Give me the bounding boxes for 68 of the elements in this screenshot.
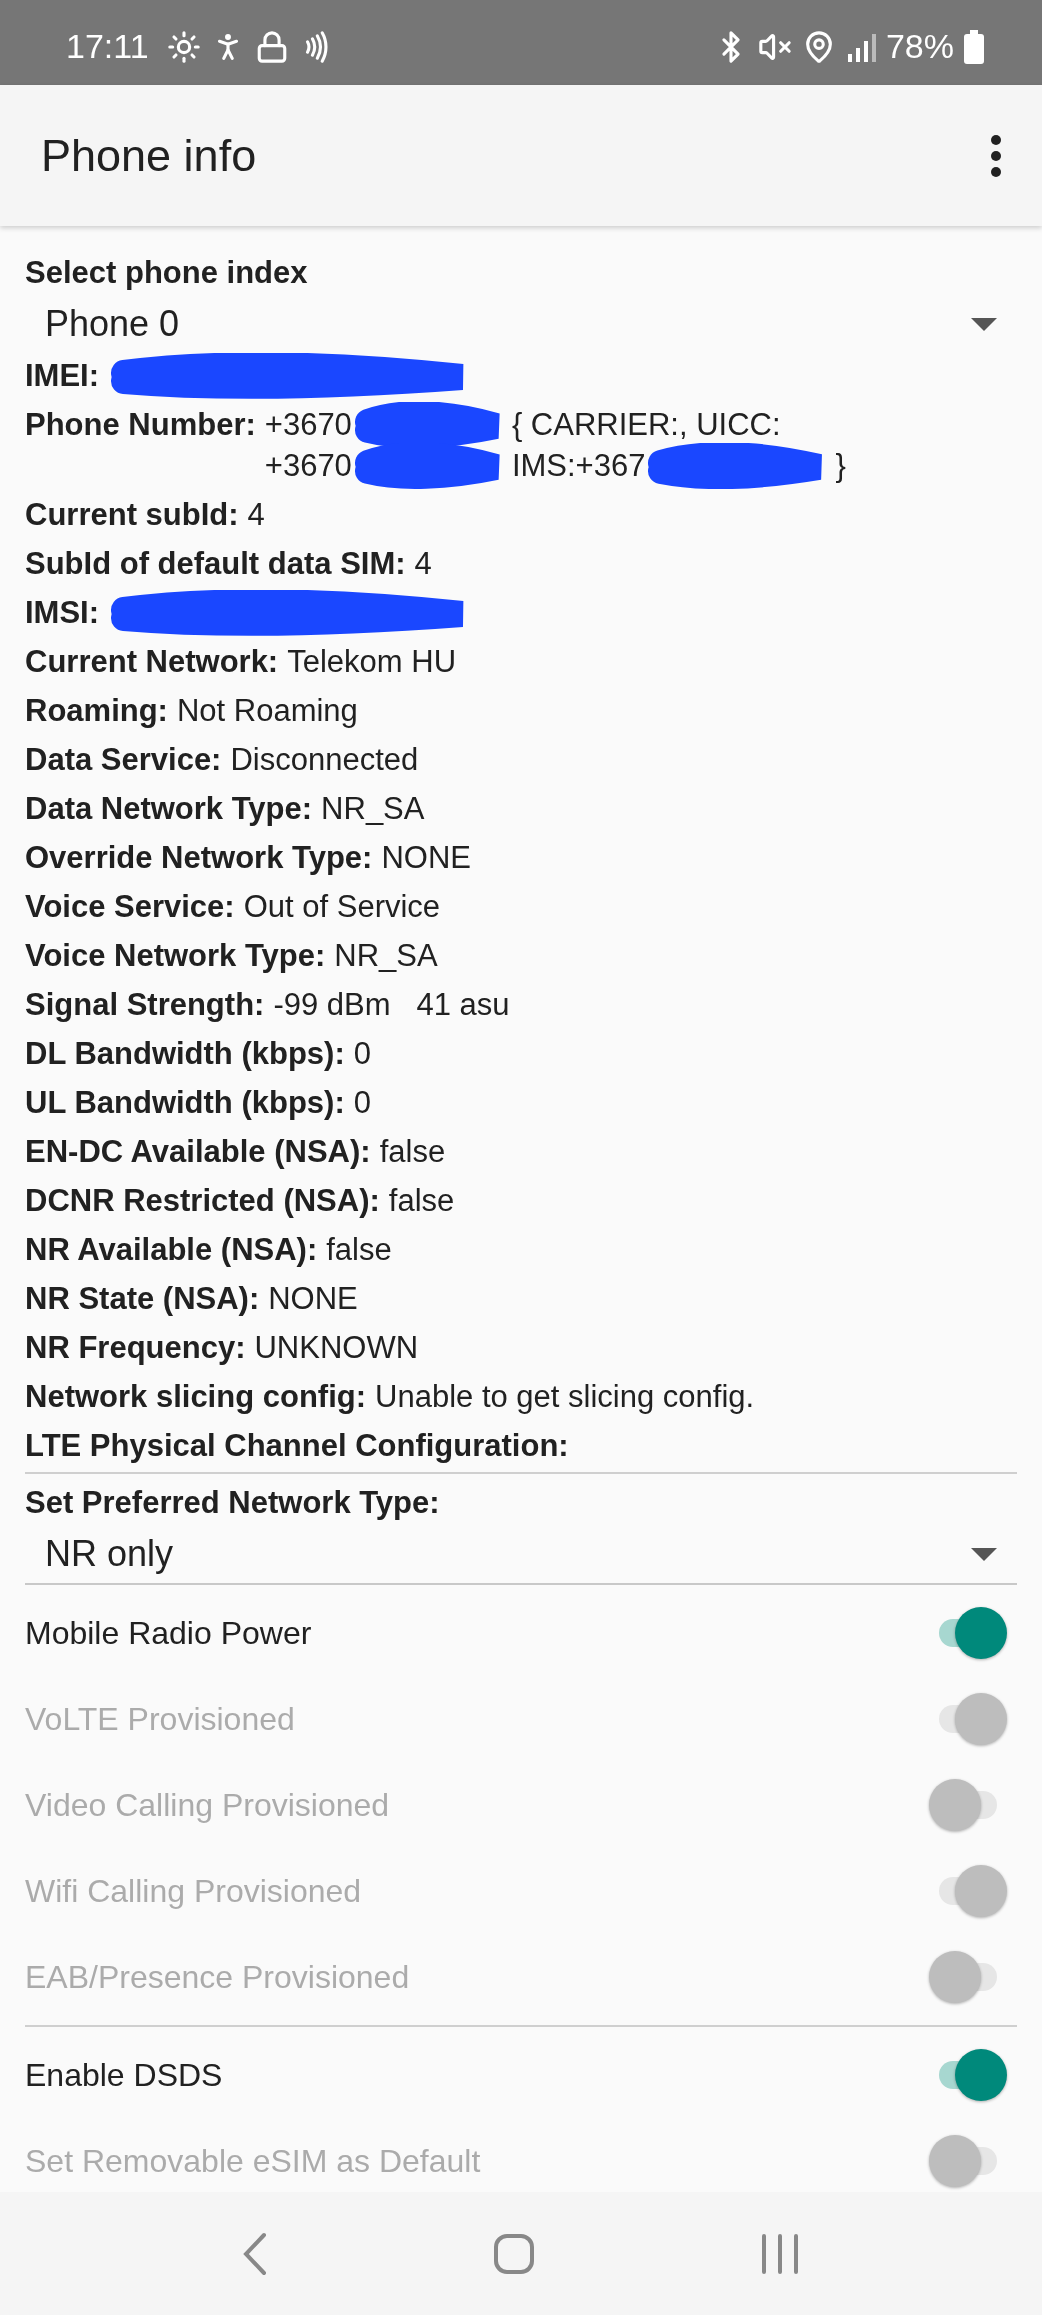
field-value: Unable to get slicing config. [375,1378,755,1416]
setting-label: Enable DSDS [25,2056,223,2094]
field-label: Network slicing config: [25,1378,367,1416]
battery-icon [964,29,984,64]
field-label: NR Available (NSA): [25,1231,318,1269]
field-label: Voice Service: [25,888,235,926]
more-options-icon[interactable] [990,133,1002,178]
field-label: Voice Network Type: [25,937,326,975]
field-label: Override Network Type: [25,839,373,877]
field-label: Data Network Type: [25,790,313,828]
field-label: Data Service: [25,741,222,779]
field-value: 4 [247,496,265,534]
field-value: 0 [353,1035,371,1073]
field-value: UNKNOWN [254,1329,419,1367]
field-value: NR_SA [334,937,438,975]
field-label: Phone Number: [25,406,256,444]
field-value: } [835,447,846,485]
recent-apps-icon[interactable] [759,2233,800,2274]
phone-index-dropdown[interactable]: Phone 0 [25,301,1017,347]
field-value: NONE [268,1280,358,1318]
screen-title: Phone info [41,129,257,182]
field-value: false [379,1133,446,1171]
field-value: NONE [381,839,471,877]
signal-icon [845,31,876,62]
field-label: Current Network: [25,643,279,681]
section-label: Set Preferred Network Type: [25,1484,441,1522]
dropdown-arrow-icon [971,317,997,331]
setting-label: Video Calling Provisioned [25,1786,390,1824]
field-label: Signal Strength: [25,986,265,1024]
field-value: Telekom HU [287,643,457,681]
field-label: DL Bandwidth (kbps): [25,1035,345,1073]
field-value: -99 dBm 41 asu [273,986,510,1024]
setting-label: EAB/Presence Provisioned [25,1958,410,1996]
section-label: Select phone index [25,254,309,292]
field-value: Out of Service [243,888,441,926]
setting-label: Mobile Radio Power [25,1614,312,1652]
sun-icon [166,29,201,64]
home-icon[interactable] [493,2232,535,2275]
field-value: IMS:+367 [511,447,646,485]
field-value: 4 [414,545,432,583]
field-label: Roaming: [25,692,168,730]
field-value: { CARRIER:, UICC: [511,406,781,444]
field-value: Not Roaming [176,692,358,730]
field-label: Current subId: [25,496,239,534]
field-value: NR_SA [321,790,425,828]
network-type-dropdown[interactable]: NR only [25,1531,1017,1585]
setting-label: Wifi Calling Provisioned [25,1872,362,1910]
back-icon[interactable] [242,2231,269,2276]
field-label: NR State (NSA): [25,1280,260,1318]
field-label: IMEI: [25,357,100,395]
field-value: Disconnected [230,741,419,779]
field-label: UL Bandwidth (kbps): [25,1084,345,1122]
field-value: +3670 [264,406,352,444]
field-label: EN-DC Available (NSA): [25,1133,371,1171]
field-value: 0 [353,1084,371,1122]
field-label: IMSI: [25,594,100,632]
field-value: false [326,1231,392,1269]
status-time: 17:11 [66,27,149,66]
field-label: LTE Physical Channel Configuration: [25,1427,569,1465]
field-label: NR Frequency: [25,1329,246,1367]
battery-percent: 78% [885,27,954,66]
field-value: +3670 [264,447,352,485]
field-label: SubId of default data SIM: [25,545,406,583]
setting-label: Set Removable eSIM as Default [25,2142,481,2180]
field-label: DCNR Restricted (NSA): [25,1182,380,1220]
dropdown-arrow-icon [971,1547,997,1561]
field-value: false [388,1182,455,1220]
setting-label: VoLTE Provisioned [25,1700,295,1738]
